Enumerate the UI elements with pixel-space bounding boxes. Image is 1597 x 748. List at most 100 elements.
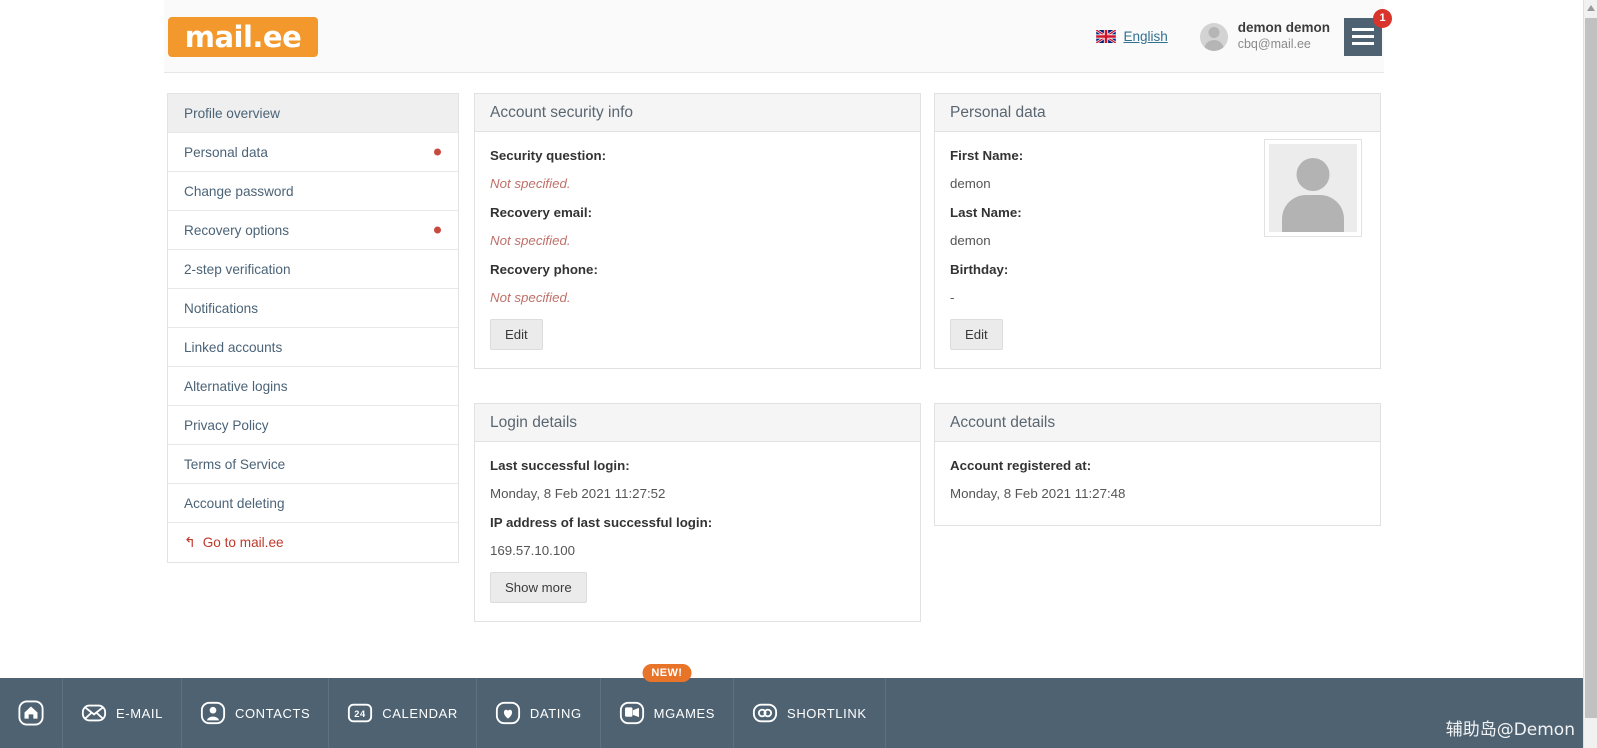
sidebar-item-recovery-options[interactable]: Recovery options [168,211,458,250]
panel-account-security: Account security info Security question:… [474,93,921,369]
watermark: 辅助岛@Demon [1445,720,1575,740]
dating-icon [495,700,521,726]
user-avatar-placeholder[interactable] [1264,139,1362,237]
panel-personal-data: Personal data First Name: demon Last Nam… [934,93,1381,369]
hamburger-menu-icon[interactable]: 1 [1344,8,1392,56]
field-label: Account registered at: [950,458,1092,473]
panel-body: Account registered at: Monday, 8 Feb 202… [935,442,1380,525]
language-label: English [1123,29,1168,44]
sidebar-item-go-to-mail-ee[interactable]: ↰ Go to mail.ee [168,523,458,562]
header-right-controls: English demon demon cbq@mail.ee 1 [1096,0,1392,73]
bottom-nav-item-home[interactable] [0,678,63,748]
sidebar-item-label: Go to mail.ee [202,535,284,550]
field-value: Monday, 8 Feb 2021 11:27:52 [490,486,666,501]
contacts-icon [200,700,226,726]
sidebar-item-label: Alternative logins [184,378,288,394]
sidebar-item-label: Account deleting [184,495,285,511]
sidebar-item-label: Linked accounts [184,339,283,355]
bottom-nav-item-shortlink[interactable]: SHORTLINK [734,678,886,748]
panel-account-details: Account details Account registered at: M… [934,403,1381,526]
attention-dot-icon [434,226,441,234]
home-icon [18,700,44,726]
bottom-nav-label: E-MAIL [116,705,163,721]
sidebar-item-personal-data[interactable]: Personal data [168,133,458,172]
panel-title: Account security info [475,94,920,132]
field-label: Birthday: [950,262,1009,277]
sidebar-item-account-deleting[interactable]: Account deleting [168,484,458,523]
sidebar-item-linked-accounts[interactable]: Linked accounts [168,328,458,367]
sidebar-item-label: Recovery options [184,222,290,238]
field-value: 169.57.10.100 [490,543,576,558]
field-label: Last successful login: [490,458,630,473]
new-badge: NEW! [642,664,692,682]
bottom-nav-label: MGAMES [653,705,716,721]
page-root: mail.ee English demon demon cbq@mail.ee … [0,0,1583,748]
bottom-nav-label: DATING [529,705,582,721]
svg-text:24: 24 [355,709,367,719]
sidebar-item-label: Privacy Policy [184,417,269,433]
calendar-icon: 24 [347,700,373,726]
user-email: cbq@mail.ee [1237,37,1311,52]
panel-body: Last successful login: Monday, 8 Feb 202… [475,442,920,621]
sidebar-item-label: Notifications [184,300,259,316]
bottom-nav-item-contacts[interactable]: CONTACTS [182,678,330,748]
sidebar-item-terms-of-service[interactable]: Terms of Service [168,445,458,484]
field-value: Not specified. [490,176,571,191]
user-name: demon demon [1237,20,1330,36]
logo-text: mail.ee [184,20,302,54]
sidebar-item-change-password[interactable]: Change password [168,172,458,211]
panel-body: Security question: Not specified. Recove… [475,132,920,368]
sidebar-item-label: Terms of Service [184,456,286,472]
menu-badge: 1 [1373,8,1392,28]
panel-login-details: Login details Last successful login: Mon… [474,403,921,622]
panel-body: First Name: demon Last Name: demon Birth… [935,132,1380,368]
edit-personal-button[interactable]: Edit [950,319,1003,350]
browser-scrollbar[interactable] [1583,0,1597,748]
back-arrow-icon: ↰ [184,534,196,550]
edit-security-button[interactable]: Edit [490,319,543,350]
panel-title: Personal data [935,94,1380,132]
bottom-nav-item-e-mail[interactable]: E-MAIL [63,678,182,748]
mailee-logo[interactable]: mail.ee [168,17,318,57]
field-label: Recovery phone: [490,262,598,277]
uk-flag-icon [1096,30,1117,43]
bottom-nav-item-dating[interactable]: DATING [477,678,601,748]
scroll-up-arrow-icon[interactable] [1584,0,1597,16]
panel-title: Login details [475,404,920,442]
show-more-button[interactable]: Show more [490,572,587,603]
panel-title: Account details [935,404,1380,442]
sidebar-item-alternative-logins[interactable]: Alternative logins [168,367,458,406]
language-switcher[interactable]: English [1096,29,1168,44]
sidebar-item-2-step-verification[interactable]: 2-step verification [168,250,458,289]
field-value: Not specified. [490,290,571,305]
bottom-nav-item-mgames[interactable]: MGAMES NEW! [601,664,735,748]
sidebar-item-label: 2-step verification [184,261,291,277]
sidebar-nav: Profile overview Personal data Change pass… [167,93,459,563]
scrollbar-thumb[interactable] [1585,18,1597,718]
sidebar-item-profile-overview[interactable]: Profile overview [168,94,458,133]
sidebar-item-label: Personal data [184,144,268,160]
bottom-nav-label: CONTACTS [234,705,311,721]
field-label: Recovery email: [490,205,592,220]
field-value: Not specified. [490,233,571,248]
sidebar-item-privacy-policy[interactable]: Privacy Policy [168,406,458,445]
field-label: Security question: [490,148,606,163]
bottom-nav-label: CALENDAR [382,705,458,721]
sidebar-item-notifications[interactable]: Notifications [168,289,458,328]
bottom-nav-label: SHORTLINK [787,705,867,721]
sidebar-item-label: Change password [184,183,294,199]
user-info: demon demon cbq@mail.ee [1238,20,1330,53]
shortlink-icon [752,700,778,726]
field-value: Monday, 8 Feb 2021 11:27:48 [950,486,1126,501]
envelope-icon [81,700,107,726]
bottom-nav-item-calendar[interactable]: 24 CALENDAR [329,678,477,748]
bottom-app-nav: E-MAIL CONTACTS 24 CALENDAR DATING MGAMES NEW!… [0,664,1583,748]
avatar [1199,22,1228,51]
site-header: mail.ee English demon demon cbq@mail.ee … [164,0,1392,73]
field-value: - [950,290,955,305]
attention-dot-icon [434,148,441,156]
games-icon [619,700,645,726]
field-label: IP address of last successful login: [490,515,713,530]
user-account-block[interactable]: demon demon cbq@mail.ee [1199,20,1330,53]
sidebar-item-label: Profile overview [184,105,280,121]
